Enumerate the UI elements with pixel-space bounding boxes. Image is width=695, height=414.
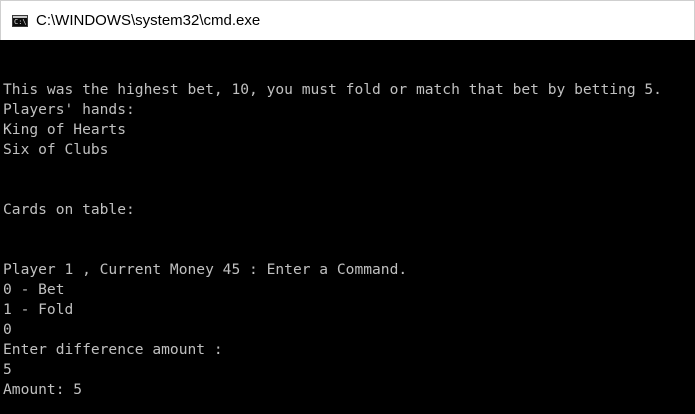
console-line-hands-header: Players' hands: [3,101,135,118]
console-line-user-input-command: 0 [3,321,12,338]
console-lines: This was the highest bet, 10, you must f… [3,80,662,400]
console-line-difference-prompt: Enter difference amount : [3,341,223,358]
console-line-card-2: Six of Clubs [3,141,109,158]
console-line-card-1: King of Hearts [3,121,127,138]
console-line-blank [3,240,662,260]
console-line-option-bet: 0 - Bet [3,281,65,298]
title-bar[interactable]: C:\ C:\WINDOWS\system32\cmd.exe [0,0,695,40]
cmd-icon-prompt: C:\ [14,18,27,26]
console-line-blank [3,220,662,240]
console-line-blank [3,180,662,200]
cmd-window: C:\ C:\WINDOWS\system32\cmd.exe This was… [0,0,695,414]
console-output-area[interactable]: This was the highest bet, 10, you must f… [0,40,695,414]
console-line-player-prompt: Player 1 , Current Money 45 : Enter a Co… [3,261,408,278]
console-line-betting-notice: This was the highest bet, 10, you must f… [3,81,662,98]
console-line-blank [3,160,662,180]
window-title: C:\WINDOWS\system32\cmd.exe [36,12,261,29]
console-line-user-input-amount: 5 [3,361,12,378]
console-line-table-header: Cards on table: [3,201,135,218]
cmd-icon[interactable]: C:\ [12,15,28,27]
console-line-option-fold: 1 - Fold [3,301,74,318]
console-line-amount-result: Amount: 5 [3,381,83,398]
